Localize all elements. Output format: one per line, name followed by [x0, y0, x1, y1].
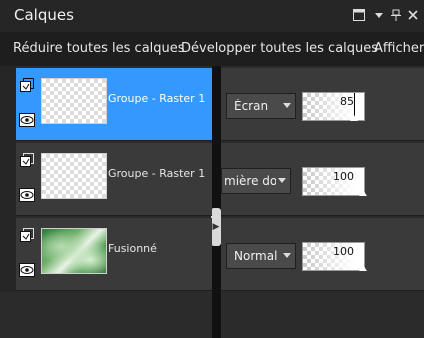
opacity-handle[interactable] [359, 265, 367, 271]
layer-name[interactable]: Groupe - Raster 1 [108, 92, 205, 105]
layer-row[interactable]: Groupe - Raster 1 [16, 143, 212, 216]
close-icon[interactable] [406, 9, 420, 23]
group-layer-icon [20, 77, 34, 92]
layer-properties-row: Normal 100 [221, 218, 424, 291]
opacity-marker [354, 93, 355, 117]
expand-all-button[interactable]: Développer toutes les calques [181, 41, 378, 56]
blend-mode-select[interactable]: Écran [226, 93, 296, 119]
layer-row[interactable]: Groupe - Raster 1 [16, 68, 212, 141]
layer-name[interactable]: Fusionné [108, 242, 157, 255]
opacity-handle[interactable] [350, 115, 358, 121]
show-button[interactable]: Afficher/ [374, 41, 424, 56]
opacity-slider[interactable]: 100 [302, 167, 367, 196]
chevron-down-icon [283, 253, 291, 258]
dock-icon[interactable] [352, 9, 366, 23]
layer-thumbnail [41, 153, 107, 199]
panel-splitter[interactable] [212, 66, 221, 338]
layer-thumbnail [41, 228, 107, 274]
collapse-all-button[interactable]: Réduire toutes les calques [13, 41, 185, 56]
eye-icon[interactable] [19, 262, 35, 277]
chevron-down-icon [283, 103, 291, 108]
layer-thumbnail [41, 78, 107, 124]
group-layer-icon [20, 152, 34, 167]
pin-icon[interactable] [389, 9, 403, 23]
eye-icon[interactable] [19, 112, 35, 127]
eye-icon[interactable] [19, 187, 35, 202]
opacity-value: 85 [340, 95, 354, 108]
blend-mode-value: Écran [234, 99, 269, 113]
panel-title: Calques [14, 6, 74, 24]
layer-name[interactable]: Groupe - Raster 1 [108, 167, 205, 180]
layer-properties-row: mière dou 100 [221, 143, 424, 216]
opacity-slider[interactable]: 100 [302, 242, 367, 271]
layer-properties-row: Écran 85 [221, 68, 424, 141]
blend-mode-value: mière dou [224, 174, 276, 188]
layers-toolbar: Réduire toutes les calques Développer to… [0, 32, 424, 66]
opacity-handle[interactable] [359, 190, 367, 196]
chevron-down-icon [278, 178, 286, 183]
panel-title-bar: Calques [0, 0, 424, 32]
layer-row[interactable]: Fusionné [16, 218, 212, 291]
group-layer-icon [20, 227, 34, 242]
splitter-handle-icon[interactable]: ▶ [211, 208, 221, 246]
opacity-value: 100 [333, 170, 354, 183]
opacity-value: 100 [333, 245, 354, 258]
layers-gutter [0, 66, 16, 292]
blend-mode-select[interactable]: Normal [226, 243, 296, 269]
opacity-slider[interactable]: 85 [302, 92, 365, 121]
menu-arrow-icon[interactable] [372, 9, 386, 23]
blend-mode-select[interactable]: mière dou [221, 168, 291, 194]
blend-mode-value: Normal [234, 249, 278, 263]
